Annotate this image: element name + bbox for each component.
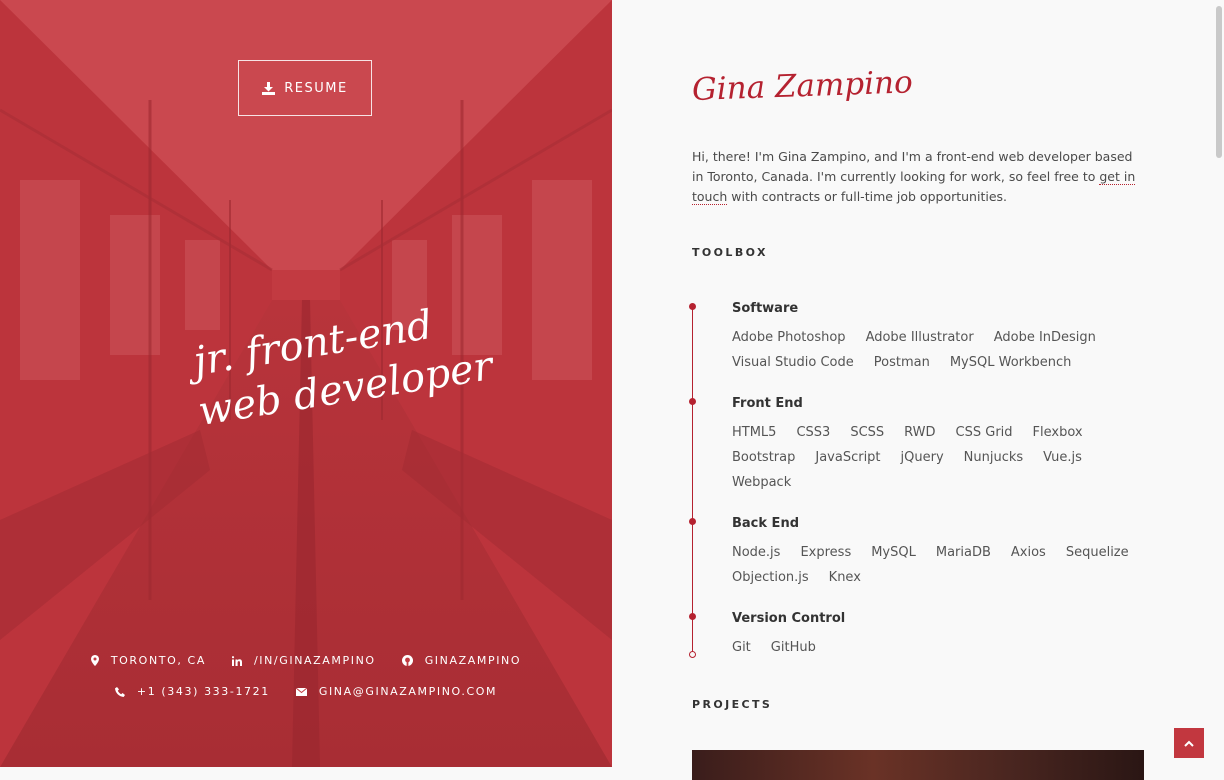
tag-item: Express <box>800 545 852 560</box>
group-title: Back End <box>732 516 799 531</box>
author-name: Gina Zampino <box>691 64 914 108</box>
scrollbar-thumb[interactable] <box>1216 6 1222 158</box>
phone-icon <box>114 686 125 697</box>
timeline-line <box>692 306 693 654</box>
tag-item: MySQL <box>871 545 916 560</box>
group-title: Software <box>732 301 799 316</box>
toolbox-group-front-end: Front End HTML5 CSS3 SCSS RWD CSS Grid F… <box>732 395 1152 492</box>
tag-item: RWD <box>904 425 936 440</box>
toolbox-group-software: Software Adobe Photoshop Adobe Illustrat… <box>732 300 1152 372</box>
tag-item: HTML5 <box>732 425 777 440</box>
contact-location: TORONTO, CA <box>90 654 206 667</box>
tag-list: Git GitHub <box>732 638 1152 657</box>
contact-phone-link[interactable]: +1 (343) 333-1721 <box>114 685 270 698</box>
tag-item: CSS3 <box>796 425 831 440</box>
contact-github-link[interactable]: GINAZAMPINO <box>401 654 522 667</box>
envelope-icon <box>295 687 307 696</box>
project-thumbnail[interactable] <box>692 750 1144 780</box>
github-text: GINAZAMPINO <box>424 654 522 667</box>
contact-email-link[interactable]: GINA@GINAZAMPINO.COM <box>295 685 498 698</box>
toolbox-heading: TOOLBOX <box>692 246 768 259</box>
back-to-top-button[interactable] <box>1174 728 1204 758</box>
content-panel: Gina Zampino Hi, there! I'm Gina Zampino… <box>612 0 1224 780</box>
tag-item: Axios <box>1010 545 1046 560</box>
toolbox-group-back-end: Back End Node.js Express MySQL MariaDB A… <box>732 515 1152 587</box>
tag-item: Sequelize <box>1065 545 1129 560</box>
tag-item: Adobe Photoshop <box>732 330 846 345</box>
projects-heading: PROJECTS <box>692 698 773 711</box>
tag-list: Node.js Express MySQL MariaDB Axios Sequ… <box>732 543 1152 587</box>
contact-linkedin-link[interactable]: /IN/GINAZAMPINO <box>231 654 376 667</box>
tag-item: Postman <box>873 355 930 370</box>
map-pin-icon <box>90 655 99 666</box>
linkedin-text: /IN/GINAZAMPINO <box>253 654 376 667</box>
resume-button-label: RESUME <box>284 80 348 96</box>
email-text: GINA@GINAZAMPINO.COM <box>318 685 498 698</box>
timeline-dot-front-end <box>689 398 696 405</box>
tag-item: Objection.js <box>732 570 809 585</box>
location-text: TORONTO, CA <box>110 654 206 667</box>
tag-item: SCSS <box>850 425 885 440</box>
group-title: Version Control <box>732 611 846 626</box>
tag-item: Flexbox <box>1032 425 1083 440</box>
tag-item: Bootstrap <box>732 450 796 465</box>
tag-item: MySQL Workbench <box>949 355 1072 370</box>
group-title: Front End <box>732 396 803 411</box>
tag-item: MariaDB <box>935 545 991 560</box>
hero-panel: RESUME jr. front-end web developer TORON… <box>0 0 612 767</box>
chevron-up-icon <box>1184 740 1194 747</box>
tag-item: Adobe InDesign <box>993 330 1096 345</box>
contact-row-2: +1 (343) 333-1721 GINA@GINAZAMPINO.COM <box>0 685 612 698</box>
intro-text-after: with contracts or full-time job opportun… <box>727 189 1008 204</box>
tag-item: GitHub <box>770 640 816 655</box>
timeline-dot-software <box>689 303 696 310</box>
contact-row-1: TORONTO, CA /IN/GINAZAMPINO GINAZAMPINO <box>0 654 612 667</box>
timeline-dot-back-end <box>689 518 696 525</box>
phone-text: +1 (343) 333-1721 <box>136 685 270 698</box>
intro-paragraph: Hi, there! I'm Gina Zampino, and I'm a f… <box>692 147 1142 207</box>
tag-item: Nunjucks <box>963 450 1024 465</box>
toolbox-group-version-control: Version Control Git GitHub <box>732 610 1152 657</box>
github-icon <box>401 655 413 666</box>
tag-item: JavaScript <box>815 450 881 465</box>
linkedin-icon <box>231 655 242 666</box>
intro-text-before: Hi, there! I'm Gina Zampino, and I'm a f… <box>692 149 1133 184</box>
tag-list: Adobe Photoshop Adobe Illustrator Adobe … <box>732 328 1152 372</box>
tag-item: jQuery <box>900 450 944 465</box>
timeline-dot-version-control <box>689 613 696 620</box>
tag-item: Git <box>732 640 751 655</box>
tag-list: HTML5 CSS3 SCSS RWD CSS Grid Flexbox Boo… <box>732 423 1152 492</box>
tag-item: CSS Grid <box>955 425 1013 440</box>
tag-item: Adobe Illustrator <box>865 330 974 345</box>
tag-item: Visual Studio Code <box>732 355 854 370</box>
resume-download-button[interactable]: RESUME <box>238 60 372 116</box>
tag-item: Knex <box>828 570 861 585</box>
download-icon <box>262 81 276 95</box>
tag-item: Node.js <box>732 545 781 560</box>
tag-item: Webpack <box>732 475 792 490</box>
tag-item: Vue.js <box>1043 450 1082 465</box>
timeline-end-dot <box>689 651 696 658</box>
